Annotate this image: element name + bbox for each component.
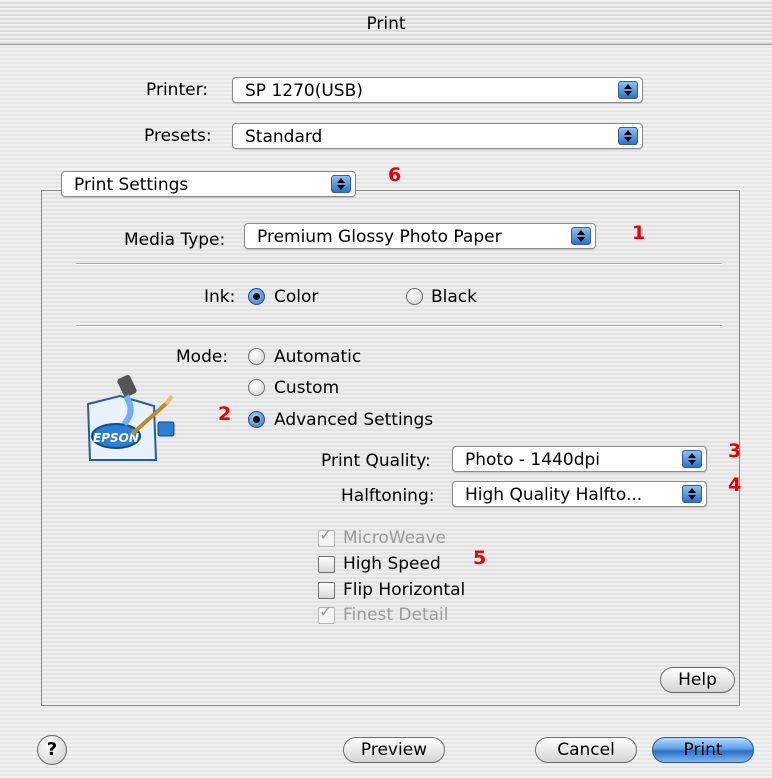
flip-horizontal-checkbox[interactable] (318, 582, 335, 599)
media-type-select[interactable]: Premium Glossy Photo Paper (244, 223, 596, 249)
window-titlebar: Print (0, 0, 772, 45)
halftoning-select[interactable]: High Quality Halfto... (452, 481, 707, 507)
popup-arrows-icon (682, 485, 702, 503)
halftoning-label: Halftoning: (341, 486, 435, 506)
cancel-button[interactable]: Cancel (535, 737, 637, 763)
halftoning-value: High Quality Halfto... (465, 485, 643, 505)
callout-4: 4 (728, 474, 742, 496)
callout-3: 3 (728, 440, 742, 462)
microweave-label: MicroWeave (343, 528, 446, 548)
help-button[interactable]: Help (660, 667, 735, 693)
section-select[interactable]: Print Settings (61, 171, 356, 197)
callout-5: 5 (473, 547, 487, 569)
callout-1: 1 (632, 222, 646, 244)
popup-arrows-icon (571, 227, 591, 245)
help-question-button[interactable]: ? (37, 735, 67, 765)
media-type-value: Premium Glossy Photo Paper (257, 227, 502, 247)
printer-select[interactable]: SP 1270(USB) (232, 77, 643, 103)
flip-horizontal-label[interactable]: Flip Horizontal (343, 580, 465, 600)
print-quality-value: Photo - 1440dpi (465, 450, 601, 470)
checkmark-icon: ✓ (319, 525, 333, 544)
mode-advanced-radio[interactable] (248, 411, 265, 428)
separator (76, 263, 722, 265)
finest-detail-label: Finest Detail (343, 605, 449, 625)
checkmark-icon: ✓ (319, 602, 333, 621)
ink-black-label[interactable]: Black (431, 287, 477, 307)
ink-color-label[interactable]: Color (274, 287, 318, 307)
ink-label: Ink: (204, 287, 236, 307)
mode-label: Mode: (176, 347, 229, 367)
callout-6: 6 (388, 164, 402, 186)
separator (76, 325, 722, 327)
presets-select-value: Standard (245, 127, 323, 147)
mode-advanced-label[interactable]: Advanced Settings (274, 410, 433, 430)
high-speed-label[interactable]: High Speed (343, 554, 441, 574)
media-type-label: Media Type: (124, 230, 226, 250)
printer-select-value: SP 1270(USB) (245, 81, 363, 101)
section-select-value: Print Settings (74, 175, 189, 195)
print-button[interactable]: Print (652, 737, 754, 763)
preview-button[interactable]: Preview (343, 737, 445, 763)
print-quality-label: Print Quality: (321, 451, 431, 471)
print-quality-select[interactable]: Photo - 1440dpi (452, 446, 707, 472)
ink-black-radio[interactable] (406, 288, 423, 305)
popup-arrows-icon (682, 450, 702, 468)
epson-logo-icon: EPSON (86, 374, 175, 461)
presets-select[interactable]: Standard (232, 123, 643, 149)
printer-label: Printer: (146, 80, 208, 100)
mode-automatic-label[interactable]: Automatic (274, 347, 361, 367)
window-title: Print (366, 14, 406, 34)
popup-arrows-icon (331, 175, 351, 193)
mode-custom-radio[interactable] (248, 379, 265, 396)
high-speed-checkbox[interactable] (318, 556, 335, 573)
popup-arrows-icon (618, 127, 638, 145)
mode-custom-label[interactable]: Custom (274, 378, 339, 398)
ink-color-radio[interactable] (248, 288, 265, 305)
callout-2: 2 (218, 403, 232, 425)
mode-automatic-radio[interactable] (248, 348, 265, 365)
presets-label: Presets: (144, 126, 212, 146)
popup-arrows-icon (618, 81, 638, 99)
